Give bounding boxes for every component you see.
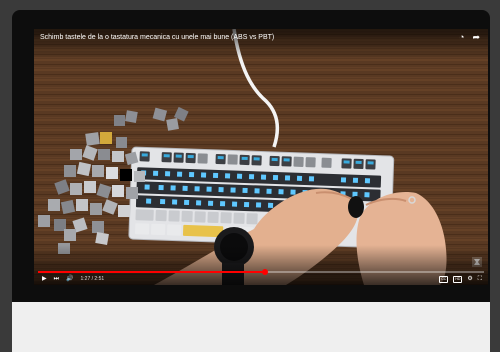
share-icon[interactable]: ➦: [472, 32, 480, 42]
hd-icon[interactable]: HD: [453, 276, 463, 283]
progress-played: [38, 271, 266, 273]
top-actions: ◔ ➦: [459, 32, 480, 42]
controls-left: ▶ ⏭ 🔊 1:27 / 2:51: [42, 276, 104, 283]
video-player[interactable]: Schimb tastele de la o tastatura mecanic…: [34, 29, 488, 285]
controls-right: CC HD ⚙ ⛶: [439, 276, 482, 283]
volume-icon[interactable]: 🔊: [66, 276, 73, 283]
next-icon[interactable]: ⏭: [54, 276, 59, 283]
time-display: 1:27 / 2:51: [80, 276, 105, 282]
settings-icon[interactable]: ⚙: [467, 276, 472, 283]
fullscreen-icon[interactable]: ⛶: [478, 276, 482, 283]
clock-icon[interactable]: ◔: [459, 32, 464, 42]
below-video-panel: [12, 302, 490, 352]
progress-bar[interactable]: [38, 269, 484, 275]
video-title[interactable]: Schimb tastele de la o tastatura mecanic…: [40, 34, 274, 41]
play-icon[interactable]: ▶: [42, 276, 47, 283]
subtitles-icon[interactable]: CC: [439, 276, 449, 283]
